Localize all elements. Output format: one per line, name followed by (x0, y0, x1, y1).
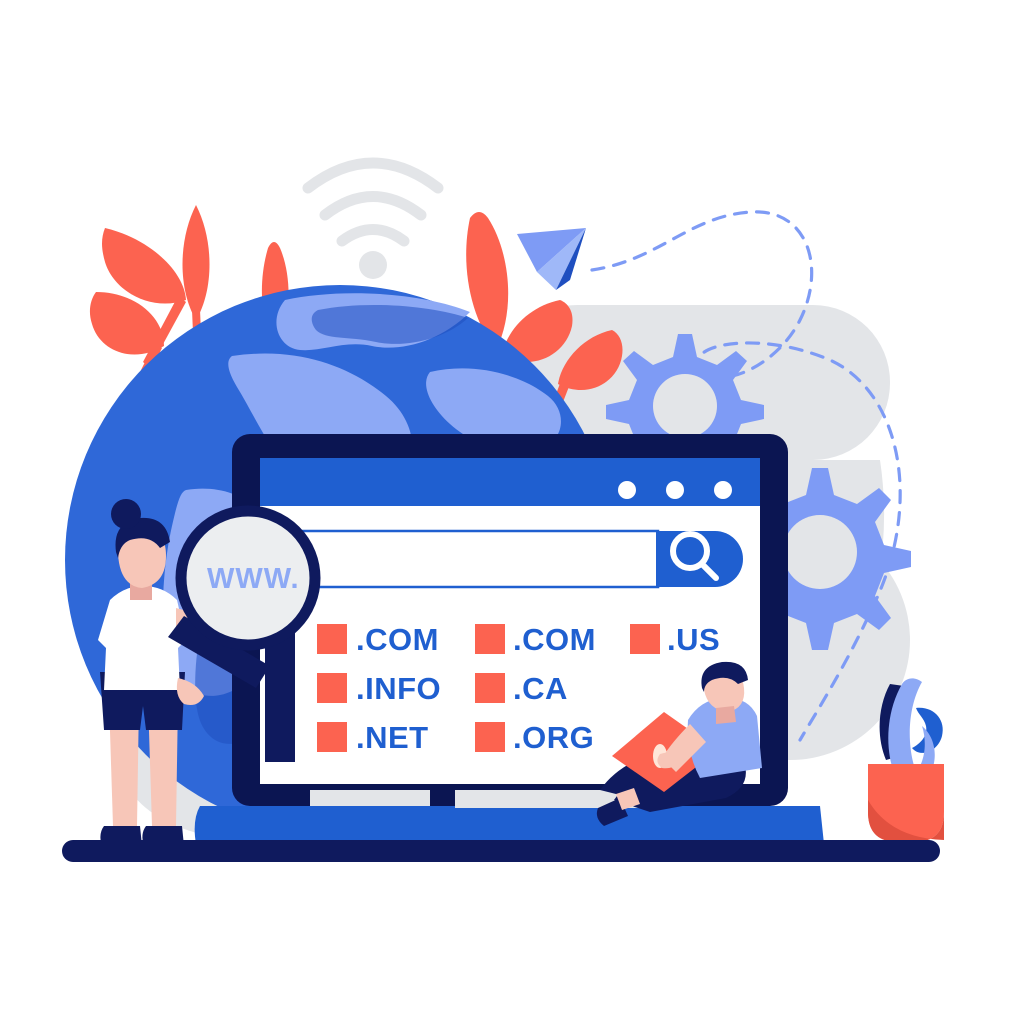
tld-column-3: .US (630, 622, 720, 657)
tld-label: .CA (513, 671, 568, 706)
tld-column-1: .COM .INFO .NET (317, 622, 441, 755)
tld-swatch (317, 624, 347, 654)
titlebar-dot-2-icon[interactable] (666, 481, 684, 499)
tld-label: .US (667, 622, 720, 657)
tld-swatch (317, 722, 347, 752)
woman-hair-bun (111, 499, 141, 529)
tld-label: .NET (356, 720, 429, 755)
illustration-canvas: .COM .INFO .NET .COM .CA .ORG .US WWW. (0, 0, 1024, 1024)
magnifier-www-text: WWW. (207, 563, 300, 595)
wifi-icon (302, 157, 444, 247)
tld-item[interactable]: .ORG (475, 720, 594, 755)
tld-swatch (475, 722, 505, 752)
wifi-dot-icon (359, 251, 387, 279)
browser-titlebar (260, 458, 760, 506)
tld-item[interactable]: .US (630, 622, 720, 657)
tld-swatch (475, 624, 505, 654)
man-neck (716, 706, 736, 724)
tld-item[interactable]: .CA (475, 671, 568, 706)
tld-item[interactable]: .NET (317, 720, 429, 755)
tld-swatch (475, 673, 505, 703)
search-input[interactable] (281, 529, 660, 589)
tld-item[interactable]: .INFO (317, 671, 441, 706)
titlebar-dot-3-icon[interactable] (714, 481, 732, 499)
laptop-base (194, 806, 824, 844)
tld-label: .COM (356, 622, 439, 657)
leaf-left-2 (102, 228, 186, 304)
tld-swatch (317, 673, 347, 703)
tld-item[interactable]: .COM (475, 622, 596, 657)
leaf-left-1 (182, 205, 210, 320)
tld-swatch (630, 624, 660, 654)
tld-label: .COM (513, 622, 596, 657)
domain-search-illustration: .COM .INFO .NET .COM .CA .ORG .US WWW. (62, 157, 944, 862)
paper-plane-icon (517, 228, 586, 290)
ground-bar (62, 840, 940, 862)
laptop-hinge-notch (310, 790, 430, 806)
titlebar-dot-1-icon[interactable] (618, 481, 636, 499)
tld-item[interactable]: .COM (317, 622, 439, 657)
search-bar[interactable] (281, 529, 743, 589)
tld-label: .ORG (513, 720, 594, 755)
tld-label: .INFO (356, 671, 441, 706)
